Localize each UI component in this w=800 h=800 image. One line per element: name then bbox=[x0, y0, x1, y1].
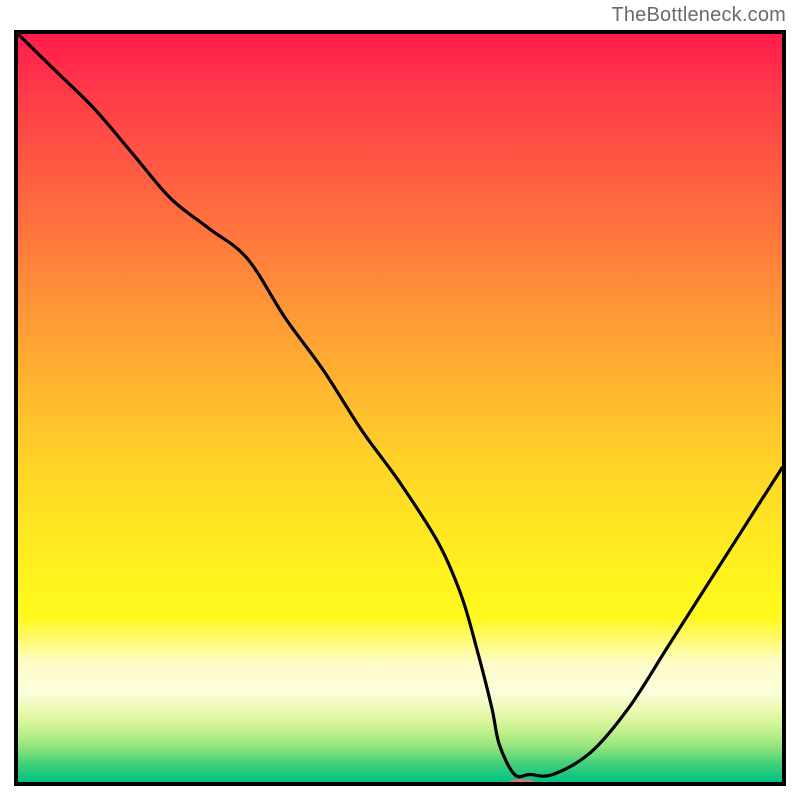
optimal-point-marker bbox=[508, 780, 536, 787]
watermark-text: TheBottleneck.com bbox=[611, 4, 786, 27]
bottleneck-curve-path bbox=[18, 34, 782, 777]
plot-area bbox=[14, 30, 786, 786]
curve-layer bbox=[18, 34, 782, 782]
bottleneck-chart: TheBottleneck.com bbox=[0, 0, 800, 800]
